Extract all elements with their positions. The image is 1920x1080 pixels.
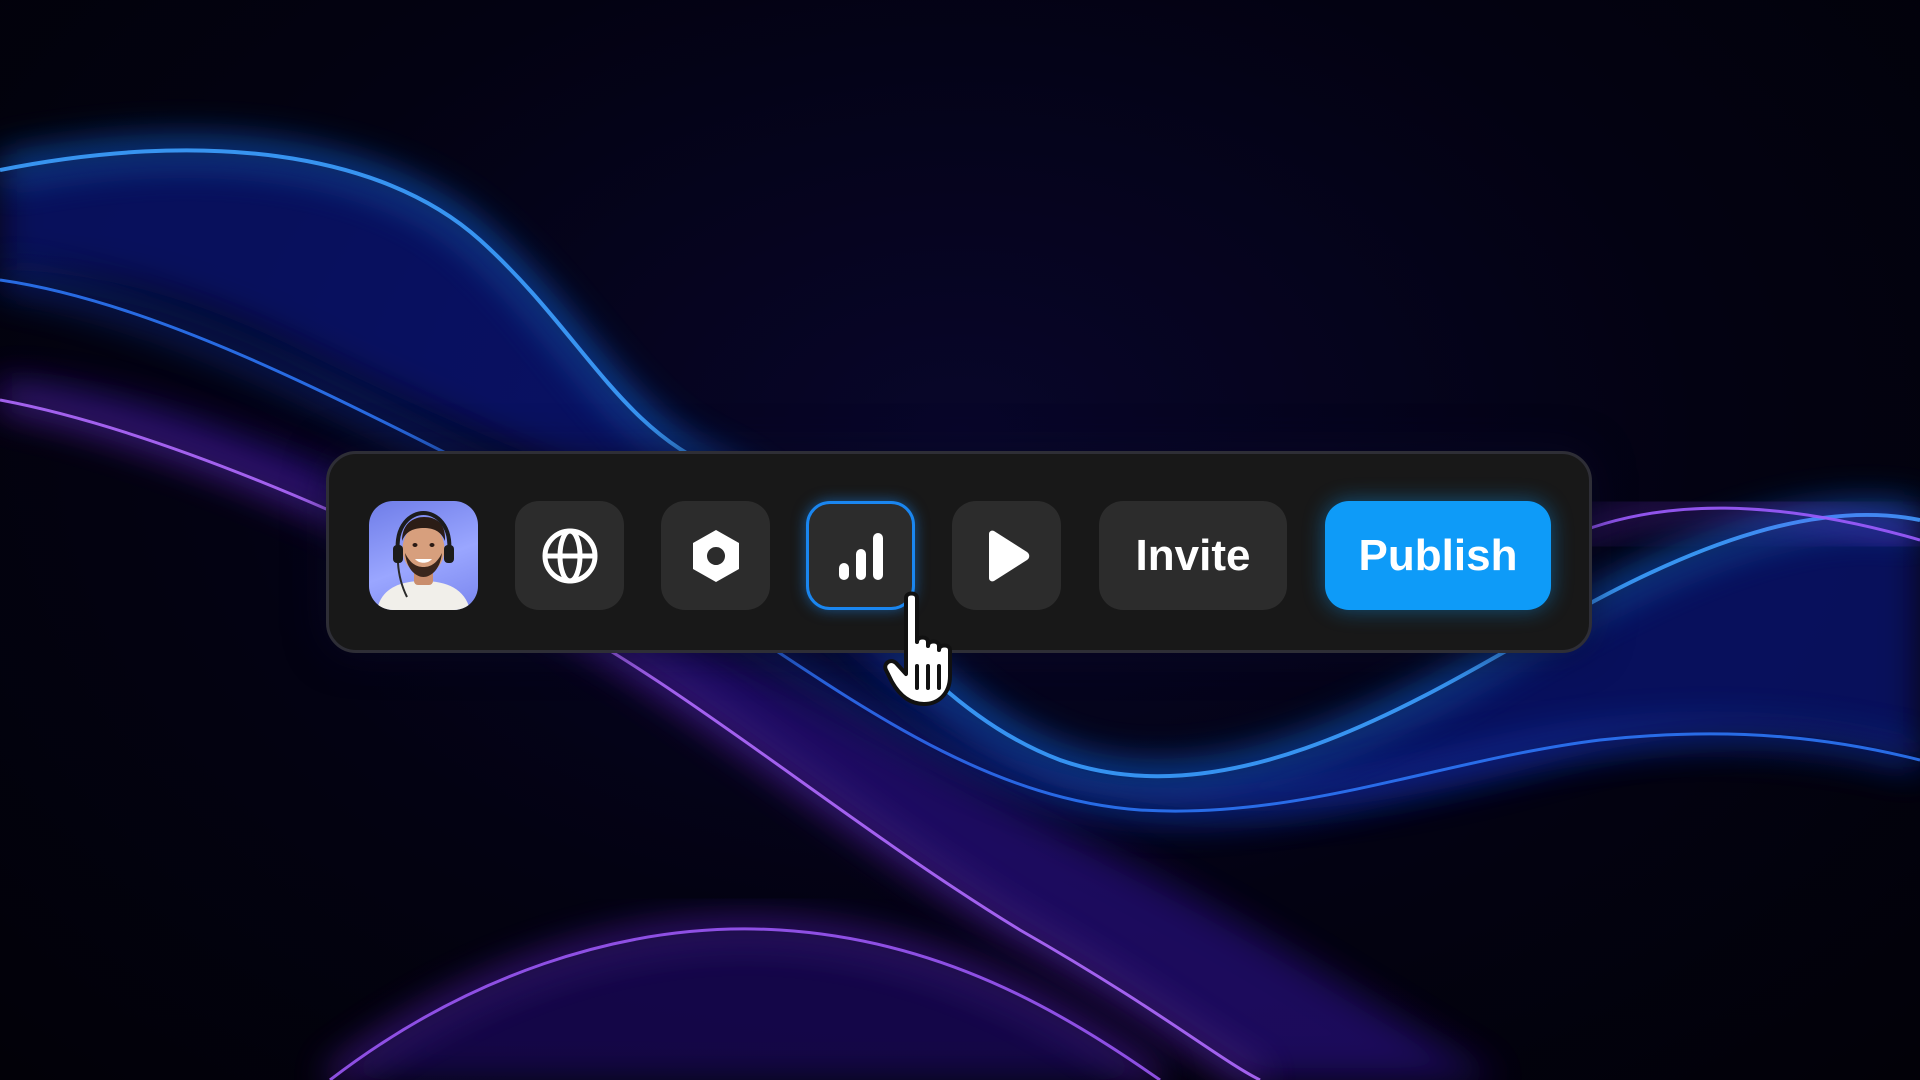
- bar-chart-icon: [835, 530, 887, 582]
- globe-icon: [541, 527, 599, 585]
- play-icon: [983, 530, 1031, 582]
- avatar-button[interactable]: [369, 501, 478, 610]
- desktop-background: Invite Publish: [0, 0, 1920, 1080]
- hexagon-settings-icon: [688, 528, 744, 584]
- globe-button[interactable]: [515, 501, 624, 610]
- settings-button[interactable]: [661, 501, 770, 610]
- invite-button[interactable]: Invite: [1099, 501, 1287, 610]
- hand-pointer-cursor-icon: [862, 590, 980, 708]
- publish-button[interactable]: Publish: [1325, 501, 1551, 610]
- user-avatar-icon: [369, 501, 478, 610]
